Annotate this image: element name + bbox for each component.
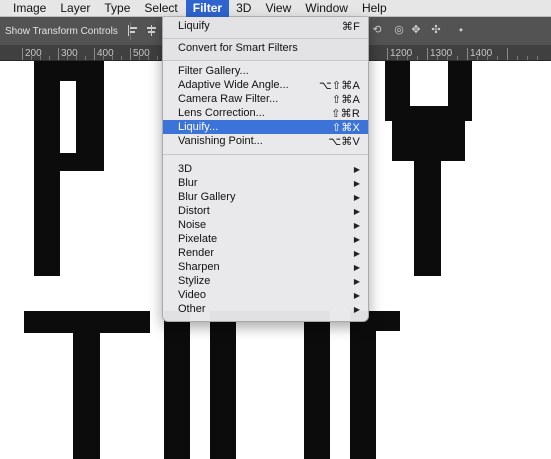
artwork-letter-p-bowl — [60, 153, 104, 171]
artwork-letter-y — [392, 106, 465, 161]
artwork-letter-i — [164, 311, 190, 459]
3d-orbit-icon[interactable]: ⟲ — [371, 24, 383, 36]
menu-bar: Image Layer Type Select Filter 3D View W… — [0, 0, 551, 17]
menu-item-liquify[interactable]: Liquify... ⇧⌘X — [163, 120, 368, 134]
menu-item-label: Camera Raw Filter... — [178, 93, 279, 105]
shortcut-label: ⌘F — [341, 20, 360, 33]
artwork-letter-m — [210, 311, 236, 459]
submenu-arrow-icon: ▶ — [353, 234, 360, 244]
menu-item-render[interactable]: Render ▶ — [163, 246, 368, 260]
menu-item-label: Distort — [178, 205, 210, 217]
artwork-letter-e — [350, 311, 376, 459]
menu-item-noise[interactable]: Noise ▶ — [163, 218, 368, 232]
menu-item-last-filter[interactable]: Liquify ⌘F — [163, 19, 368, 33]
3d-pan-icon[interactable]: ✥ — [410, 24, 422, 36]
submenu-arrow-icon: ▶ — [353, 262, 360, 272]
menu-item-label: Other — [178, 303, 206, 315]
shortcut-label: ⇧⌘A — [331, 93, 360, 106]
submenu-arrow-icon: ▶ — [353, 178, 360, 188]
submenu-arrow-icon: ▶ — [353, 248, 360, 258]
menu-layer[interactable]: Layer — [53, 0, 97, 17]
ruler-label: 1400 — [470, 48, 493, 59]
ruler-label: 1200 — [390, 48, 413, 59]
menu-item-label: Liquify — [178, 20, 210, 32]
menu-item-label: 3D — [178, 163, 193, 175]
menu-divider — [163, 154, 368, 155]
submenu-arrow-icon: ▶ — [353, 206, 360, 216]
menu-select[interactable]: Select — [137, 0, 184, 17]
menu-window[interactable]: Window — [298, 0, 355, 17]
3d-roll-icon[interactable]: ◎ — [393, 24, 405, 36]
artwork-letter-p-stem — [34, 61, 60, 276]
menu-item-camera-raw-filter[interactable]: Camera Raw Filter... ⇧⌘A — [163, 92, 368, 106]
menu-item-stylize[interactable]: Stylize ▶ — [163, 274, 368, 288]
menu-item-label: Adaptive Wide Angle... — [178, 79, 289, 91]
submenu-arrow-icon: ▶ — [353, 276, 360, 286]
shortcut-label: ⌥⌘V — [328, 135, 360, 148]
menu-item-label: Video — [178, 289, 206, 301]
menu-item-distort[interactable]: Distort ▶ — [163, 204, 368, 218]
menu-divider — [163, 60, 368, 61]
shortcut-label: ⌥⇧⌘A — [318, 79, 360, 92]
menu-item-label: Sharpen — [178, 261, 220, 273]
filter-menu-dropdown: Liquify ⌘F Convert for Smart Filters Fil… — [162, 17, 369, 322]
submenu-arrow-icon: ▶ — [353, 192, 360, 202]
submenu-arrow-icon: ▶ — [353, 164, 360, 174]
menu-item-label: Noise — [178, 219, 207, 231]
artwork-letter-y — [414, 156, 441, 276]
menu-item-label: Filter Gallery... — [178, 65, 249, 77]
menu-item-blur[interactable]: Blur ▶ — [163, 176, 368, 190]
submenu-arrow-icon: ▶ — [353, 304, 360, 314]
menu-item-pixelate[interactable]: Pixelate ▶ — [163, 232, 368, 246]
ruler-label: 1300 — [430, 48, 453, 59]
menu-item-label: Stylize — [178, 275, 211, 287]
menu-item-label: Blur Gallery — [178, 191, 236, 203]
submenu-arrow-icon: ▶ — [353, 290, 360, 300]
menu-item-blur-gallery[interactable]: Blur Gallery ▶ — [163, 190, 368, 204]
menu-view[interactable]: View — [258, 0, 298, 17]
menu-item-label: Liquify... — [178, 121, 219, 133]
menu-item-label: Convert for Smart Filters — [178, 42, 298, 54]
menu-item-label: Pixelate — [178, 233, 218, 245]
menu-item-convert-for-smart-filters[interactable]: Convert for Smart Filters — [163, 41, 368, 55]
align-left-edges-icon[interactable] — [128, 25, 139, 36]
menu-item-video[interactable]: Video ▶ — [163, 288, 368, 302]
3d-slide-icon[interactable]: ✣ — [430, 24, 442, 36]
menu-item-3d[interactable]: 3D ▶ — [163, 162, 368, 176]
submenu-arrow-icon: ▶ — [353, 220, 360, 230]
menu-item-other[interactable]: Other ▶ — [163, 302, 368, 316]
menu-help[interactable]: Help — [355, 0, 394, 17]
align-horizontal-centers-icon[interactable] — [146, 25, 157, 36]
3d-scale-icon[interactable]: ⬩ — [455, 24, 467, 36]
menu-item-label: Blur — [178, 177, 198, 189]
artwork-letter-t — [73, 311, 100, 459]
menu-type[interactable]: Type — [97, 0, 137, 17]
show-transform-controls-label[interactable]: Show Transform Controls — [0, 26, 118, 37]
artwork-letter-m — [304, 311, 330, 459]
menu-item-label: Lens Correction... — [178, 107, 265, 119]
menu-divider — [163, 38, 368, 39]
menu-item-label: Vanishing Point... — [178, 135, 263, 147]
menu-item-vanishing-point[interactable]: Vanishing Point... ⌥⌘V — [163, 134, 368, 148]
menu-item-adaptive-wide-angle[interactable]: Adaptive Wide Angle... ⌥⇧⌘A — [163, 78, 368, 92]
menu-filter[interactable]: Filter — [185, 0, 230, 17]
shortcut-label: ⇧⌘X — [331, 121, 360, 134]
menu-3d[interactable]: 3D — [229, 0, 258, 17]
menu-image[interactable]: Image — [6, 0, 53, 17]
shortcut-label: ⇧⌘R — [331, 107, 360, 120]
menu-item-label: Render — [178, 247, 215, 259]
menu-item-filter-gallery[interactable]: Filter Gallery... — [163, 64, 368, 78]
menu-item-lens-correction[interactable]: Lens Correction... ⇧⌘R — [163, 106, 368, 120]
menu-item-sharpen[interactable]: Sharpen ▶ — [163, 260, 368, 274]
